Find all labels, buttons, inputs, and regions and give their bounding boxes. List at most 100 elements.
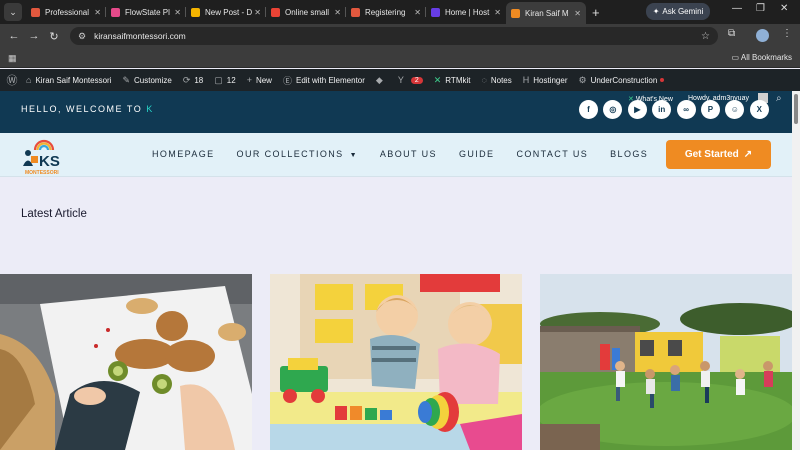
close-tab-icon[interactable]: ✕	[174, 8, 181, 17]
home-icon: ⌂	[26, 75, 32, 85]
tab-favicon-icon	[191, 7, 200, 17]
wp-admin-bar: Ⓦ ⌂ Kiran Saif Montessori ✎ Customize ⟳ 18 …	[0, 69, 800, 91]
browser-tab[interactable]: New Post - D ✕	[186, 2, 266, 22]
tab-title: Online small	[285, 7, 330, 17]
notes-icon: ◌	[481, 75, 487, 85]
tab-favicon-icon	[271, 7, 280, 17]
wp-rtmkit[interactable]: ✕ RTMkit	[434, 75, 471, 86]
ask-gemini-button[interactable]: ✦ Ask Gemini	[646, 3, 710, 20]
profile-avatar[interactable]	[756, 29, 769, 42]
youtube-icon[interactable]: ▶	[627, 100, 647, 119]
minimize-icon[interactable]: —	[732, 3, 742, 14]
wp-elementor[interactable]: Ⓔ Edit with Elementor	[283, 74, 365, 87]
wp-updates[interactable]: ⟳ 18	[183, 75, 203, 86]
instagram-icon[interactable]: ◎	[603, 100, 623, 119]
elementor-icon: Ⓔ	[282, 75, 292, 86]
wp-under-construction[interactable]: ⚙ UnderConstruction	[579, 75, 665, 86]
close-tab-icon[interactable]: ✕	[414, 8, 421, 17]
folder-icon: ▭	[731, 53, 741, 62]
wp-hostinger[interactable]: H Hostinger	[523, 75, 568, 85]
article-card-1-image[interactable]	[0, 274, 252, 450]
wp-comments[interactable]: ▢ 12	[214, 75, 235, 86]
page-scrollbar[interactable]	[792, 91, 800, 450]
omnibox[interactable]: ⚙ kiransaifmontessori.com ☆	[70, 27, 718, 45]
tab-title: New Post - D	[205, 7, 253, 17]
linkedin-icon[interactable]: in	[652, 100, 672, 119]
wp-notes[interactable]: ◌ Notes	[481, 75, 511, 85]
back-arrow-icon[interactable]: ←	[4, 30, 24, 42]
tab-title: Home | Host	[445, 7, 490, 17]
url-text[interactable]: kiransaifmontessori.com	[94, 31, 186, 41]
close-tab-icon[interactable]: ✕	[574, 9, 581, 18]
site-info-icon[interactable]: ⚙	[78, 31, 86, 42]
wp-customize[interactable]: ✎ Customize	[122, 75, 171, 86]
bookmarks-bar: ▦ ▭ All Bookmarks	[0, 48, 800, 68]
menu-item-homepage[interactable]: HOMEPAGE	[152, 149, 215, 159]
search-icon[interactable]: ⌕	[776, 93, 782, 104]
menu-item-about-us[interactable]: ABOUT US	[380, 149, 437, 159]
tab-search-chevron-icon[interactable]: ⌄	[4, 3, 22, 21]
browser-tab-bar: ⌄ Professional ✕ FlowState Pl ✕ New Post - D…	[0, 0, 800, 24]
arrow-up-right-icon: ↗	[743, 149, 753, 160]
menu-item-guide[interactable]: GUIDE	[459, 149, 495, 159]
wp-yoast[interactable]: Y2	[398, 75, 423, 85]
bookmark-star-icon[interactable]: ☆	[701, 31, 710, 42]
menu-item-blogs[interactable]: BLOGS	[610, 149, 648, 159]
pinterest-icon[interactable]: P	[700, 100, 720, 119]
sparkle-icon: ✦	[652, 7, 660, 16]
address-bar-row: ← → ↻ ⚙ kiransaifmontessori.com ☆ ⧉ ⋮	[0, 24, 800, 48]
tab-title: FlowState Pl	[125, 7, 170, 17]
brush-icon: ✎	[122, 74, 131, 85]
top-band: HELLO, WELCOME TO K ✕ What's New Howdy, …	[0, 91, 800, 133]
close-tab-icon[interactable]: ✕	[494, 8, 501, 17]
extensions-icon[interactable]: ⧉	[728, 28, 735, 39]
yoast-icon: Y	[397, 75, 404, 85]
wordpress-logo-icon[interactable]: Ⓦ	[2, 72, 22, 88]
browser-tab[interactable]: Kiran Saif M ✕	[506, 2, 586, 24]
hostinger-icon: H	[522, 75, 530, 85]
browser-tab[interactable]: Registering ✕	[346, 2, 426, 22]
article-card-3-image[interactable]	[540, 274, 792, 450]
more-menu-icon[interactable]: ⋮	[782, 28, 792, 39]
menu-item-our-collections[interactable]: OUR COLLECTIONS ▼	[237, 149, 358, 159]
reddit-icon[interactable]: ☺	[725, 100, 745, 119]
wp-diamond[interactable]: ◆	[376, 75, 387, 86]
browser-tab[interactable]: FlowState Pl ✕	[106, 2, 186, 22]
tab-title: Kiran Saif M	[525, 8, 569, 18]
close-tab-icon[interactable]: ✕	[334, 8, 341, 17]
tab-favicon-icon	[511, 8, 520, 18]
wp-site-name[interactable]: ⌂ Kiran Saif Montessori	[26, 75, 111, 85]
close-window-icon[interactable]: ✕	[780, 3, 788, 14]
close-tab-icon[interactable]: ✕	[254, 8, 261, 17]
browser-tab[interactable]: Home | Host ✕	[426, 2, 506, 22]
tab-title: Registering	[365, 7, 406, 17]
svg-text:KS: KS	[39, 153, 60, 170]
menu-item-contact-us[interactable]: CONTACT US	[516, 149, 588, 159]
diamond-icon: ◆	[375, 74, 383, 85]
site-header: KS MONTESSORI HOMEPAGE OUR COLLECTIONS ▼ AB…	[0, 133, 800, 177]
forward-arrow-icon[interactable]: →	[24, 30, 44, 42]
browser-tab[interactable]: Online small ✕	[266, 2, 346, 22]
tab-favicon-icon	[351, 7, 360, 17]
article-card-2-image[interactable]	[270, 274, 522, 450]
section-title: Latest Article	[21, 208, 87, 220]
x-icon[interactable]: X	[749, 100, 769, 119]
scrollbar-thumb[interactable]	[794, 94, 798, 124]
all-bookmarks-button[interactable]: ▭ All Bookmarks	[732, 53, 792, 62]
facebook-icon[interactable]: f	[579, 100, 598, 119]
get-started-button[interactable]: Get Started ↗	[666, 140, 771, 169]
main-menu: HOMEPAGE OUR COLLECTIONS ▼ ABOUT US GUIDE CON…	[152, 149, 670, 159]
browser-tab[interactable]: Professional ✕	[26, 2, 106, 22]
updates-icon: ⟳	[182, 74, 191, 85]
reload-icon[interactable]: ↻	[44, 30, 64, 43]
link-icon[interactable]: ∞	[676, 100, 696, 119]
wp-new[interactable]: + New	[247, 75, 272, 85]
tab-favicon-icon	[431, 7, 440, 17]
comment-icon: ▢	[214, 74, 223, 85]
apps-grid-icon[interactable]: ▦	[8, 53, 17, 64]
restore-icon[interactable]: ❐	[756, 3, 765, 14]
status-dot	[660, 78, 665, 82]
ks-montessori-logo[interactable]: KS MONTESSORI	[22, 136, 72, 176]
close-tab-icon[interactable]: ✕	[94, 8, 101, 17]
new-tab-button[interactable]: +	[592, 5, 600, 20]
